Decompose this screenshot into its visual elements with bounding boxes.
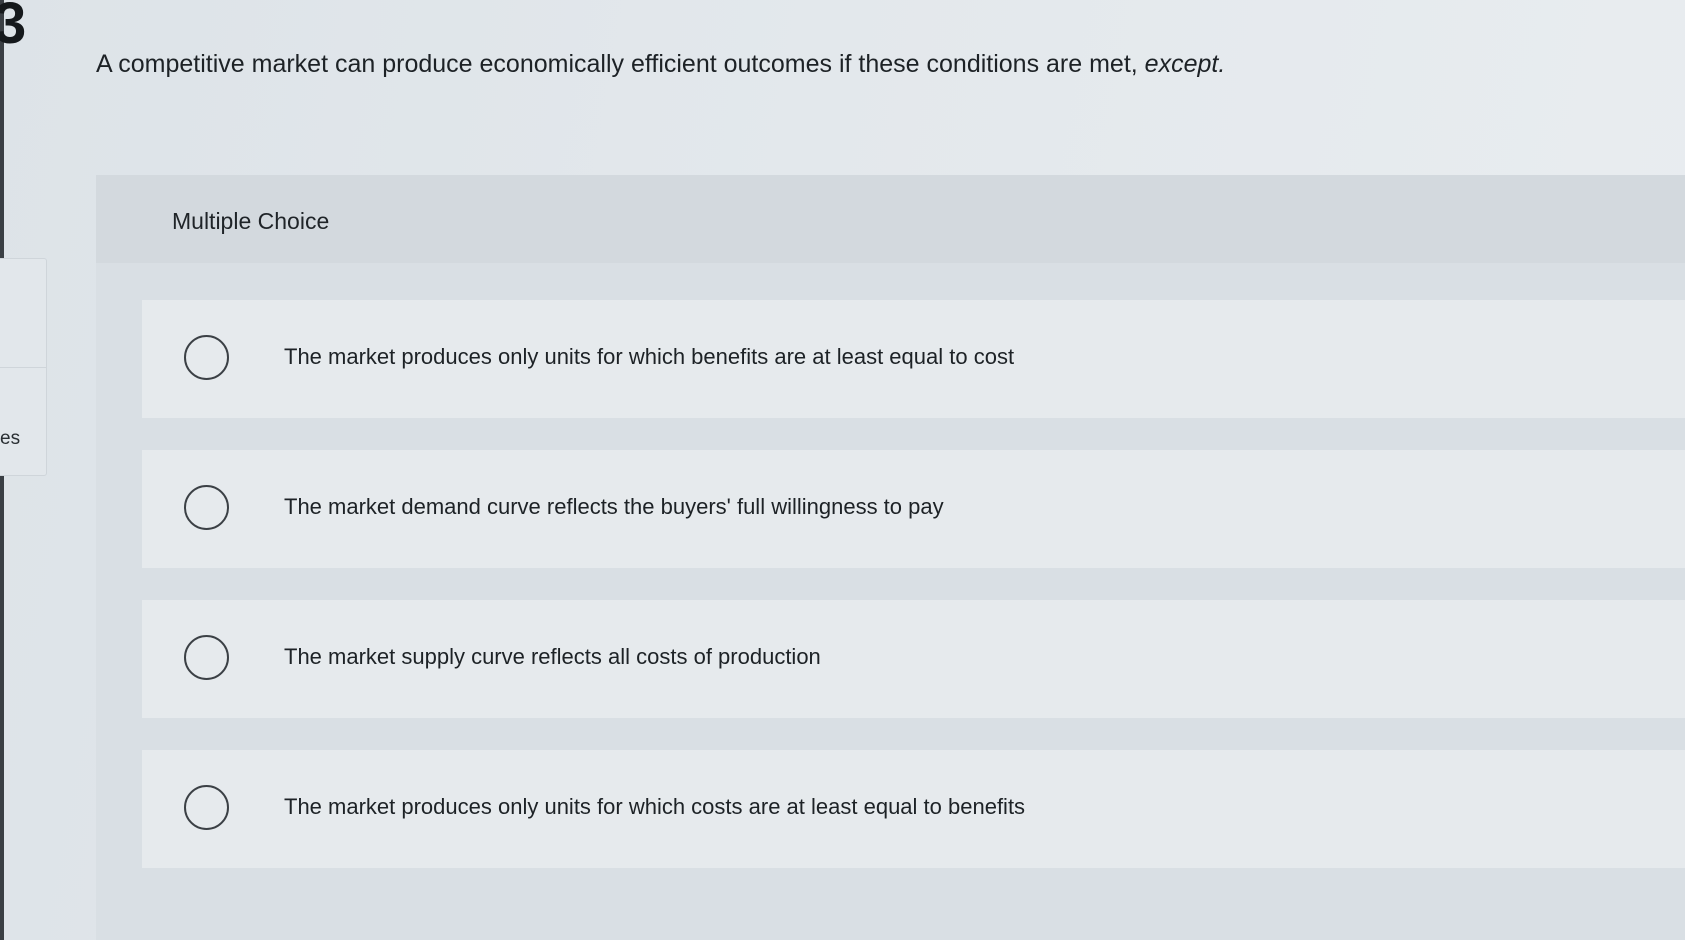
choice-option-3[interactable]: The market supply curve reflects all cos… <box>142 600 1685 718</box>
choice-option-label: The market supply curve reflects all cos… <box>284 644 821 669</box>
choice-option-2[interactable]: The market demand curve reflects the buy… <box>142 450 1685 568</box>
question-prompt-text: A competitive market can produce economi… <box>96 50 1145 78</box>
radio-button-icon[interactable] <box>184 785 229 830</box>
choice-option-label: The market produces only units for which… <box>284 344 1015 369</box>
side-panel-label: es <box>0 428 21 449</box>
multiple-choice-panel: Multiple Choice The market produces only… <box>96 175 1685 940</box>
question-number: 3 <box>0 0 27 56</box>
choice-option-label: The market demand curve reflects the buy… <box>284 494 944 519</box>
radio-button-icon[interactable] <box>184 335 229 380</box>
question-prompt: A competitive market can produce economi… <box>96 50 1225 79</box>
multiple-choice-title: Multiple Choice <box>172 208 330 234</box>
side-panel-divider <box>0 367 46 368</box>
radio-button-icon[interactable] <box>184 485 229 530</box>
choice-option-label: The market produces only units for which… <box>284 794 1026 819</box>
multiple-choice-header: Multiple Choice <box>96 175 1685 263</box>
radio-button-icon[interactable] <box>184 635 229 680</box>
question-prompt-emphasis: except. <box>1144 50 1226 78</box>
choice-option-1[interactable]: The market produces only units for which… <box>142 300 1685 418</box>
choice-option-4[interactable]: The market produces only units for which… <box>142 750 1685 868</box>
